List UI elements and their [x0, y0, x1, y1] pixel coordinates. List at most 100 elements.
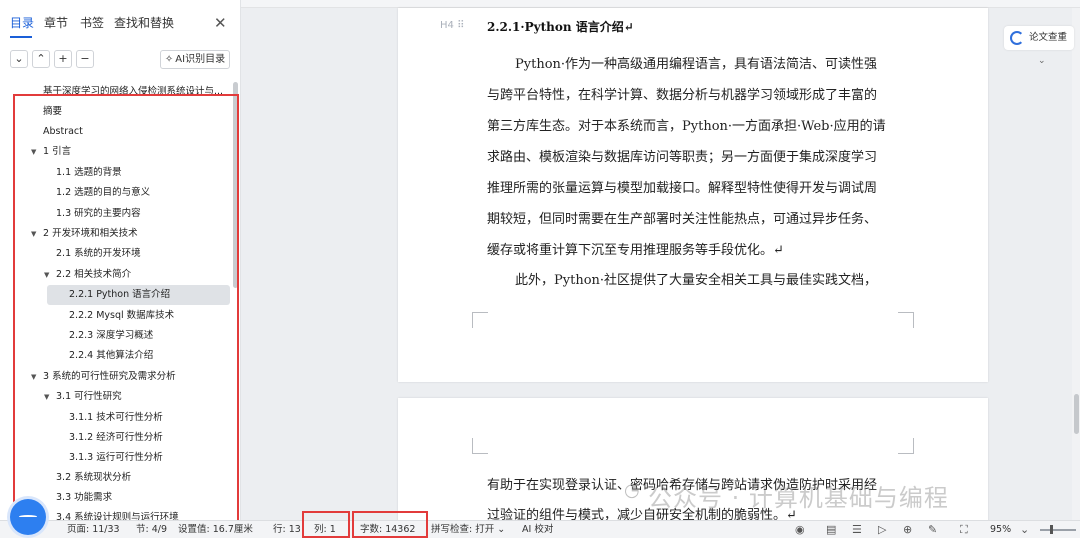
status-setting[interactable]: 设置值: 16.7厘米 — [178, 521, 253, 538]
toc-item-label: 1 引言 — [43, 146, 72, 157]
caret-down-icon[interactable]: ▼ — [31, 142, 36, 162]
ai-toc-label: AI识别目录 — [175, 54, 226, 65]
status-wordcount[interactable]: 字数: 14362 — [360, 521, 415, 538]
toc-item[interactable]: Abstract — [0, 122, 232, 142]
paragraph-line: 此外，Python·社区提供了大量安全相关工具与最佳实践文档， — [515, 273, 878, 288]
ai-magic-icon: ✧ — [164, 54, 174, 65]
toc-item[interactable]: 2.1 系统的开发环境 — [0, 244, 232, 264]
paragraph-line: 期较短，但同时需要在生产部署时关注性能热点，可通过异步任务、 — [487, 212, 878, 227]
toc-item-label: 1.1 选题的背景 — [56, 167, 122, 178]
margin-corner-mark — [898, 438, 914, 454]
toc-item-label: 2.2.4 其他算法介绍 — [69, 350, 154, 361]
toc-item-label: 摘要 — [43, 106, 63, 117]
toc-item[interactable]: ▼ 2 开发环境和相关技术 — [0, 224, 232, 244]
toc-item[interactable]: 3.1.2 经济可行性分析 — [0, 428, 232, 448]
add-heading-button[interactable]: + — [54, 50, 72, 68]
caret-down-icon[interactable]: ▼ — [44, 387, 49, 407]
zoom-dropdown-icon[interactable]: ⌄ — [1020, 521, 1029, 538]
toc-item[interactable]: 2.2.2 Mysql 数据库技术 — [0, 306, 232, 326]
toc-item-label: Abstract — [43, 126, 83, 137]
toc-item[interactable]: 3.2 系统现状分析 — [0, 468, 232, 488]
document-scrollbar[interactable] — [1072, 8, 1080, 520]
caret-down-icon[interactable]: ▼ — [31, 224, 36, 244]
toc-item[interactable]: 2.2.4 其他算法介绍 — [0, 346, 232, 366]
assistant-button[interactable] — [10, 499, 46, 535]
paper-check-label: 论文查重 — [1029, 32, 1068, 43]
zoom-slider-knob[interactable] — [1050, 525, 1053, 534]
caret-down-icon[interactable]: ▼ — [44, 265, 49, 285]
navigation-pane: 目录 章节 书签 查找和替换 ✕ ⌄ ⌃ + − ✧ AI识别目录 基于深度学习的… — [0, 0, 241, 520]
toc-item-label: 2.2.1 Python 语言介绍 — [69, 289, 171, 300]
heading-level-tag: H4 — [440, 20, 454, 31]
tab-bookmarks[interactable]: 书签 — [80, 12, 104, 34]
toc-item[interactable]: ▼ 3 系统的可行性研究及需求分析 — [0, 367, 232, 387]
toc-item[interactable]: 2.2.3 深度学习概述 — [0, 326, 232, 346]
wechat-icon: ◔ — [624, 480, 640, 501]
toc-item-label: 2.2.2 Mysql 数据库技术 — [69, 310, 175, 321]
toc-scrollbar-thumb[interactable] — [233, 82, 238, 288]
toc-item[interactable]: ▼ 3.1 可行性研究 — [0, 387, 232, 407]
globe-icon[interactable]: ⊕ — [903, 521, 912, 538]
caret-down-icon[interactable]: ▼ — [31, 367, 36, 387]
tab-sections[interactable]: 章节 — [44, 12, 68, 34]
drag-handle-icon[interactable]: ⠿ — [457, 20, 464, 31]
paragraph-line: 与跨平台特性，在科学计算、数据分析与机器学习领域形成了丰富的 — [487, 88, 878, 103]
watermark: 公众号 · 计算机基础与编程 — [648, 484, 949, 512]
zoom-slider[interactable] — [1040, 525, 1076, 534]
toc-item-label: 3.1.1 技术可行性分析 — [69, 412, 163, 423]
paper-check-button[interactable]: 论文查重 — [1004, 26, 1074, 50]
play-icon[interactable]: ▷ — [878, 521, 886, 538]
heading-handle[interactable]: H4 ⠿ — [440, 20, 464, 31]
toc-list: 基于深度学习的网络入侵检测系统设计与... 摘要 Abstract ▼ 1 引言 … — [0, 80, 232, 520]
spell-check-toggle[interactable]: 拼写检查: 打开 ⌄ — [431, 521, 505, 538]
collapse-all-button[interactable]: ⌄ — [10, 50, 28, 68]
document-scrollbar-thumb[interactable] — [1074, 394, 1079, 434]
chevron-down-icon[interactable]: ⌄ — [1038, 56, 1046, 66]
ai-toc-button[interactable]: ✧ AI识别目录 — [160, 50, 230, 69]
toc-item-label: 2.1 系统的开发环境 — [56, 248, 141, 259]
toc-toolbar: ⌄ ⌃ + − ✧ AI识别目录 — [0, 50, 241, 72]
toc-item[interactable]: 摘要 — [0, 102, 232, 122]
pen-icon[interactable]: ✎ — [928, 521, 937, 538]
toc-item[interactable]: 3.1.1 技术可行性分析 — [0, 408, 232, 428]
outline-view-icon[interactable]: ☰ — [852, 521, 862, 538]
remove-heading-button[interactable]: − — [76, 50, 94, 68]
paper-check-icon — [1010, 30, 1024, 45]
toc-item-label: 3.3 功能需求 — [56, 492, 113, 503]
toc-item-label: 2.2 相关技术简介 — [56, 269, 132, 280]
margin-corner-mark — [472, 312, 488, 328]
toc-item-label: 3.1.2 经济可行性分析 — [69, 432, 163, 443]
toc-item[interactable]: ▼ 2.2 相关技术简介 — [0, 265, 232, 285]
tab-find-replace[interactable]: 查找和替换 — [114, 12, 174, 34]
fit-page-icon[interactable]: ⛶ — [960, 521, 968, 538]
toc-item-label: 3 系统的可行性研究及需求分析 — [43, 371, 176, 382]
toc-item-label: 3.1 可行性研究 — [56, 391, 122, 402]
page-view-icon[interactable]: ▤ — [826, 521, 836, 538]
close-icon[interactable]: ✕ — [214, 12, 227, 34]
toc-item-selected[interactable]: 2.2.1 Python 语言介绍 — [47, 285, 230, 305]
paragraph-line: 推理所需的张量运算与模型加载接口。解释型特性使得开发与调试周 — [487, 181, 878, 196]
status-col[interactable]: 列: 1 — [314, 521, 336, 538]
eye-icon[interactable]: ◉ — [795, 521, 805, 538]
expand-all-button[interactable]: ⌃ — [32, 50, 50, 68]
toc-item-label: 1.2 选题的目的与意义 — [56, 187, 151, 198]
ai-proofread-button[interactable]: AI 校对 — [522, 521, 553, 538]
zoom-level[interactable]: 95% — [990, 521, 1011, 538]
status-row[interactable]: 行: 13 — [273, 521, 301, 538]
toc-item[interactable]: ▼ 1 引言 — [0, 142, 232, 162]
status-page[interactable]: 页面: 11/33 — [67, 521, 120, 538]
status-section[interactable]: 节: 4/9 — [136, 521, 167, 538]
nav-tabs: 目录 章节 书签 查找和替换 ✕ — [0, 12, 241, 42]
paragraph-line: 求路由、模板渲染与数据库访问等职责；另一方面便于集成深度学习 — [487, 150, 878, 165]
toc-item[interactable]: 1.2 选题的目的与意义 — [0, 183, 232, 203]
toc-item-label: 3.1.3 运行可行性分析 — [69, 452, 163, 463]
toc-item[interactable]: 1.1 选题的背景 — [0, 163, 232, 183]
toc-item-label: 2 开发环境和相关技术 — [43, 228, 138, 239]
toc-item-label: 1.3 研究的主要内容 — [56, 208, 141, 219]
margin-corner-mark — [898, 312, 914, 328]
toc-item[interactable]: 1.3 研究的主要内容 — [0, 204, 232, 224]
toc-item[interactable]: 3.1.3 运行可行性分析 — [0, 448, 232, 468]
tab-toc[interactable]: 目录 — [10, 12, 34, 34]
status-bar: 页面: 11/33 节: 4/9 设置值: 16.7厘米 行: 13 列: 1 … — [0, 520, 1080, 538]
toc-item[interactable]: 基于深度学习的网络入侵检测系统设计与... — [0, 82, 232, 102]
